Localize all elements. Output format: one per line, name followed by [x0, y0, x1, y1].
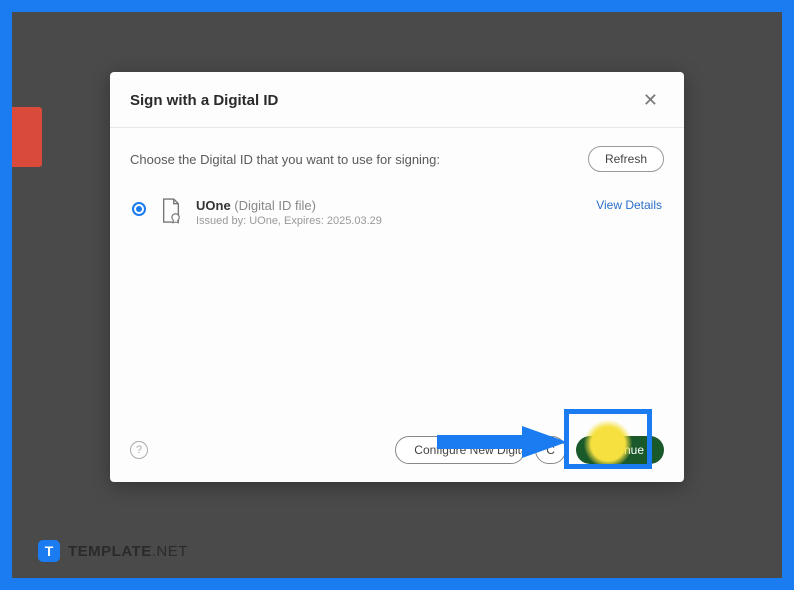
watermark-logo-icon: T: [38, 540, 60, 562]
sign-digital-id-dialog: Sign with a Digital ID ✕ Choose the Digi…: [110, 72, 684, 482]
background-red-tab: [12, 107, 42, 167]
help-icon[interactable]: ?: [130, 441, 148, 459]
prompt-text: Choose the Digital ID that you want to u…: [130, 152, 440, 167]
dialog-header: Sign with a Digital ID ✕: [110, 72, 684, 128]
close-icon: ✕: [643, 90, 658, 110]
watermark: T TEMPLATE.NET: [38, 540, 188, 562]
digital-id-name: UOne: [196, 198, 231, 213]
watermark-brand: TEMPLATE: [68, 543, 152, 560]
close-button[interactable]: ✕: [637, 88, 664, 113]
certificate-file-icon: [160, 198, 182, 224]
prompt-row: Choose the Digital ID that you want to u…: [130, 146, 664, 172]
app-background: Sign with a Digital ID ✕ Choose the Digi…: [12, 12, 782, 578]
watermark-text: TEMPLATE.NET: [68, 543, 188, 560]
dialog-title: Sign with a Digital ID: [130, 92, 278, 109]
digital-id-type: (Digital ID file): [234, 198, 316, 213]
dialog-footer: ? Configure New Digital ID C Continue: [110, 422, 684, 482]
watermark-suffix: .NET: [152, 543, 188, 560]
view-details-link[interactable]: View Details: [596, 198, 662, 212]
continue-button[interactable]: Continue: [576, 436, 664, 464]
radio-selected-icon[interactable]: [132, 202, 146, 216]
cancel-button-partial[interactable]: C: [535, 436, 566, 464]
refresh-button[interactable]: Refresh: [588, 146, 664, 172]
digital-id-option[interactable]: UOne (Digital ID file) Issued by: UOne, …: [130, 194, 664, 231]
digital-id-issuer: Issued by: UOne, Expires: 2025.03.29: [196, 215, 582, 227]
configure-new-id-button[interactable]: Configure New Digital ID: [395, 436, 525, 464]
digital-id-info: UOne (Digital ID file) Issued by: UOne, …: [196, 198, 582, 227]
help-glyph: ?: [136, 444, 142, 456]
digital-id-name-line: UOne (Digital ID file): [196, 198, 582, 213]
dialog-body: Choose the Digital ID that you want to u…: [110, 128, 684, 422]
